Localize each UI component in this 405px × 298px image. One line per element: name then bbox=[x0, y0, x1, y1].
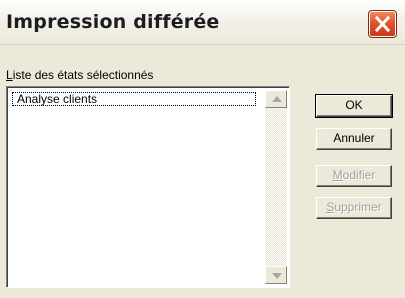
window-title: Impression différée bbox=[6, 11, 220, 33]
scroll-up-arrow-icon bbox=[272, 96, 282, 102]
modify-button[interactable]: Modifier bbox=[316, 165, 392, 187]
ok-button[interactable]: OK bbox=[315, 94, 393, 118]
selected-states-label: Liste des états sélectionnés bbox=[6, 68, 153, 82]
selected-states-listbox[interactable]: Analyse clients bbox=[6, 86, 290, 288]
list-item[interactable]: Analyse clients bbox=[12, 92, 256, 106]
delete-label: upprimer bbox=[334, 200, 382, 214]
label-accesskey: L bbox=[6, 68, 13, 82]
scroll-down-arrow-icon bbox=[272, 273, 282, 279]
label-text: iste des états sélectionnés bbox=[12, 68, 154, 82]
scroll-up-button[interactable] bbox=[265, 90, 287, 108]
modify-accesskey: M bbox=[332, 168, 343, 182]
cancel-button[interactable]: Annuler bbox=[316, 128, 392, 150]
scroll-down-button[interactable] bbox=[265, 266, 287, 284]
modify-label: odifier bbox=[342, 168, 376, 182]
dialog-window: Impression différée Liste des états séle… bbox=[0, 0, 405, 298]
vertical-scrollbar[interactable] bbox=[265, 90, 287, 284]
title-bar[interactable]: Impression différée bbox=[0, 0, 405, 45]
delete-button[interactable]: Supprimer bbox=[316, 197, 392, 219]
close-icon bbox=[374, 15, 391, 33]
close-button[interactable] bbox=[368, 10, 397, 38]
